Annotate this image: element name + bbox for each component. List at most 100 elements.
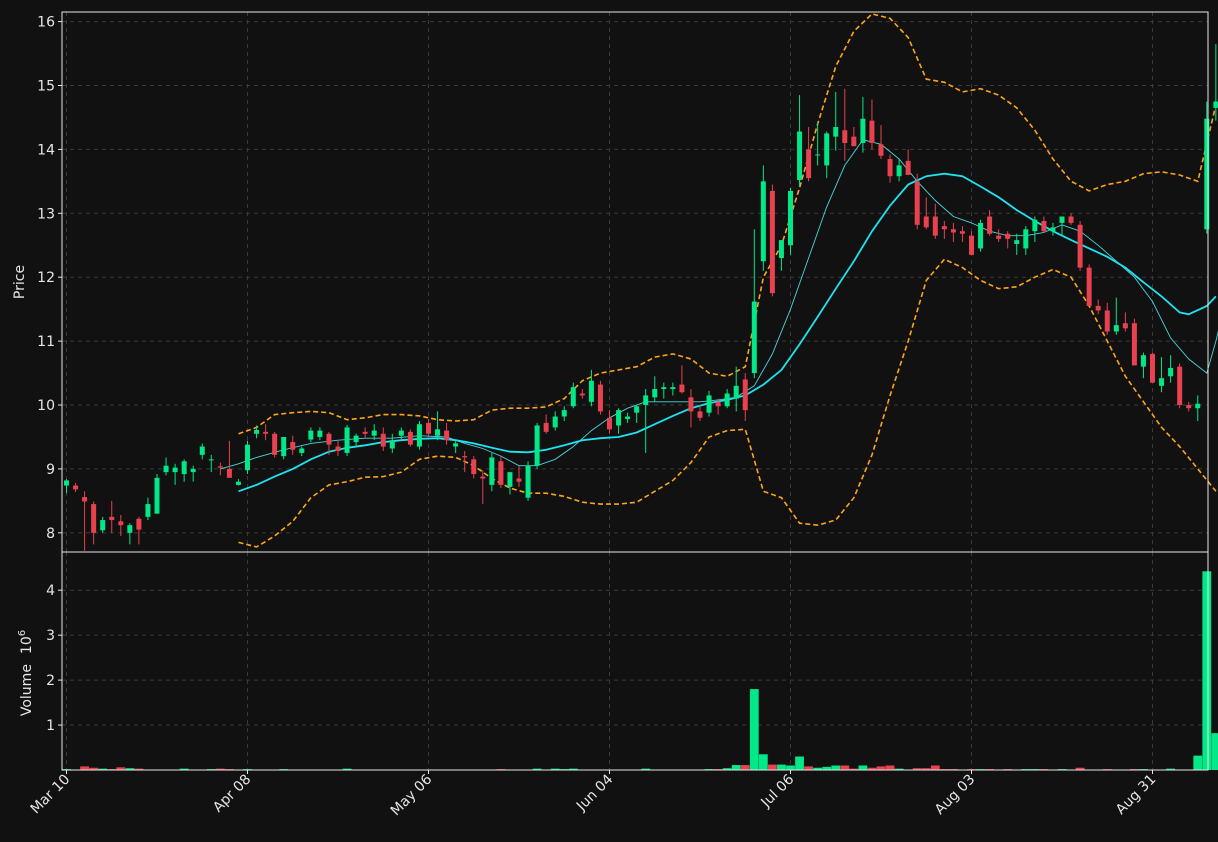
candle-body [525, 465, 531, 498]
price-ytick-label: 9 [46, 462, 55, 478]
candle-body [281, 436, 287, 457]
volume-bar [840, 765, 850, 770]
candle-body [878, 144, 884, 156]
candle-body [570, 387, 576, 407]
candle-body [932, 216, 938, 236]
candle-body [471, 459, 477, 475]
candle-body [905, 160, 911, 175]
candle-body [724, 393, 730, 407]
candle-body [118, 521, 124, 526]
candle-body [217, 466, 223, 468]
candle-body [335, 446, 341, 452]
candle-body [652, 389, 658, 398]
candle-body [1213, 101, 1218, 108]
candle-body [1122, 323, 1128, 329]
candle-body [597, 384, 603, 412]
candle-body [507, 472, 513, 487]
candle-body [145, 504, 151, 517]
candle-body [1059, 216, 1065, 223]
candle-body [226, 468, 232, 478]
price-ytick-label: 12 [37, 270, 55, 286]
candle-body [344, 427, 350, 453]
price-ytick-label: 10 [37, 398, 55, 414]
candle-body [987, 216, 993, 234]
candle-body [1168, 367, 1174, 377]
candle-body [326, 433, 332, 445]
candle-body [109, 516, 115, 521]
price-ytick-label: 16 [37, 15, 55, 31]
candle-body [1014, 240, 1020, 244]
candle-body [398, 430, 404, 436]
candle-body [625, 416, 631, 420]
candle-body [172, 467, 178, 473]
candle-body [1104, 310, 1110, 332]
candle-body [751, 301, 757, 374]
candle-body [661, 387, 667, 390]
candle-body [1150, 353, 1155, 383]
volume-bar [885, 765, 895, 770]
volume-axis-label-text: Volume [19, 664, 35, 716]
candle-body [959, 231, 965, 234]
candle-body [616, 410, 622, 426]
candle-body [797, 131, 803, 181]
candle-body [489, 457, 495, 485]
candle-body [1086, 267, 1092, 306]
candle-body [100, 520, 106, 531]
candle-body [697, 411, 703, 418]
candle-body [1140, 355, 1146, 367]
volume-bar [768, 764, 777, 770]
candle-body [607, 417, 612, 430]
price-axis-label: Price [12, 265, 28, 299]
candle-body [552, 416, 558, 428]
volume-ytick-label: 4 [46, 583, 55, 599]
candle-body [1186, 405, 1192, 409]
volume-bar [1202, 571, 1212, 770]
candle-body [760, 181, 766, 262]
volume-bar [858, 765, 868, 770]
candle-body [969, 235, 974, 255]
candle-body [299, 448, 305, 453]
candle-body [769, 190, 775, 294]
candle-body [407, 431, 413, 445]
volume-bar [795, 756, 804, 770]
candle-body [996, 235, 1002, 239]
candle-body [833, 127, 839, 137]
candle-body [1204, 118, 1210, 230]
candle-body [941, 226, 947, 230]
candle-body [163, 465, 169, 473]
candle-body [950, 229, 956, 233]
candle-body [362, 431, 368, 434]
candle-body [272, 433, 278, 455]
candle-body [788, 190, 793, 246]
volume-bar [80, 766, 89, 770]
candle-body [860, 118, 866, 144]
candle-body [869, 120, 875, 144]
candle-body [91, 504, 97, 533]
candle-body [380, 433, 386, 447]
candle-body [815, 154, 821, 156]
candle-body [416, 424, 422, 447]
candle-body [1177, 366, 1183, 406]
volume-bar [1193, 755, 1203, 770]
candle-body [480, 476, 486, 479]
candle-body [851, 136, 857, 147]
volume-bar [804, 766, 813, 770]
candle-body [353, 435, 359, 443]
candle-body [733, 385, 739, 399]
price-ytick-label: 14 [37, 142, 55, 158]
volume-bar [831, 765, 841, 770]
candle-body [643, 395, 649, 406]
price-ytick-label: 8 [46, 526, 55, 542]
candle-body [706, 395, 712, 413]
volume-ytick-label: 1 [46, 718, 55, 734]
volume-axis-label: Volume 106 [17, 630, 35, 716]
candle-body [1195, 403, 1201, 409]
candle-body [64, 480, 69, 486]
volume-bar [758, 754, 768, 770]
candle-body [263, 431, 269, 434]
candle-body [634, 406, 640, 413]
candle-body [561, 410, 567, 417]
candle-body [887, 158, 893, 177]
candle-body [715, 401, 721, 407]
candle-body [389, 440, 395, 449]
